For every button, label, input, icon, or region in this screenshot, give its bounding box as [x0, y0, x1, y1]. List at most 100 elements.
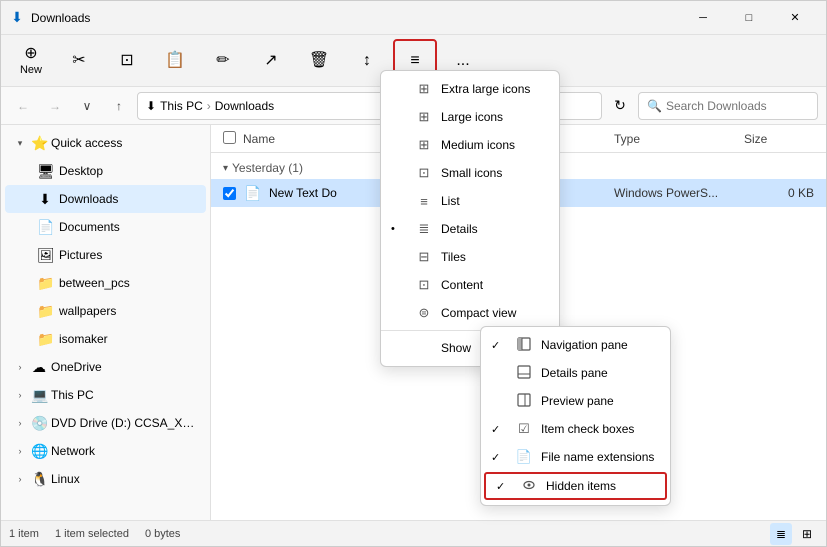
menu-item-small-icons[interactable]: ⊡ Small icons: [381, 159, 559, 187]
linux-expand-icon: ›: [13, 472, 27, 486]
menu-item-medium-icons[interactable]: ⊞ Medium icons: [381, 131, 559, 159]
sidebar-item-linux[interactable]: › 🐧 Linux: [5, 465, 206, 493]
medium-icons-label: Medium icons: [441, 138, 543, 152]
rename-icon: ✏: [216, 53, 229, 69]
linux-label: Linux: [51, 472, 198, 486]
refresh-button[interactable]: ↻: [606, 92, 634, 120]
col-type-header[interactable]: Type: [614, 132, 744, 146]
forward-button[interactable]: →: [41, 92, 69, 120]
pictures-label: Pictures: [59, 248, 180, 262]
file-size-cell: 0 KB: [744, 186, 814, 200]
sidebar-item-pictures[interactable]: 🖼 Pictures 📌: [5, 241, 206, 269]
view-icon: ≡: [410, 53, 419, 69]
sidebar-item-network[interactable]: › 🌐 Network: [5, 437, 206, 465]
file-type-cell: Windows PowerS...: [614, 186, 744, 200]
menu-item-large-icons[interactable]: ⊞ Large icons: [381, 103, 559, 131]
dvd-label: DVD Drive (D:) CCSA_X64FRE_EN-US_D: [51, 416, 198, 430]
quick-access-icon: ⭐: [31, 135, 47, 152]
menu-item-content[interactable]: ⊡ Content: [381, 271, 559, 299]
between-pcs-label: between_pcs: [59, 276, 180, 290]
small-icons-icon: ⊡: [415, 165, 433, 181]
sidebar-item-wallpapers[interactable]: 📁 wallpapers 📌: [5, 297, 206, 325]
file-extensions-icon: 📄: [515, 449, 533, 465]
item-check-boxes-icon: ☑: [515, 421, 533, 437]
sidebar-item-onedrive[interactable]: › ☁ OneDrive: [5, 353, 206, 381]
select-all-checkbox[interactable]: [223, 131, 236, 144]
search-icon: 🔍: [647, 99, 662, 113]
cut-button[interactable]: ✂: [57, 39, 101, 83]
up-button[interactable]: ↑: [105, 92, 133, 120]
new-label: New: [20, 64, 42, 76]
large-icons-icon: ⊞: [415, 109, 433, 125]
expand-icon: ▾: [13, 136, 27, 150]
content-label: Content: [441, 278, 543, 292]
list-icon: ≡: [415, 194, 433, 209]
window-title: Downloads: [31, 11, 680, 25]
window-icon: ⬇: [9, 10, 25, 26]
sidebar-item-isomaker[interactable]: 📁 isomaker 📌: [5, 325, 206, 353]
back-button[interactable]: ←: [9, 92, 37, 120]
linux-icon: 🐧: [31, 471, 47, 488]
sidebar-item-quick-access[interactable]: ▾ ⭐ Quick access: [5, 129, 206, 157]
list-view-button[interactable]: ≣: [770, 523, 792, 545]
check-item-check-boxes: ✓: [491, 423, 507, 436]
breadcrumb-icon: ⬇: [146, 99, 156, 113]
menu-item-tiles[interactable]: ⊟ Tiles: [381, 243, 559, 271]
hidden-items-icon: [520, 478, 538, 495]
view-mode-controls: ≣ ⊞: [770, 523, 818, 545]
sidebar-item-this-pc[interactable]: › 💻 This PC: [5, 381, 206, 409]
menu-item-file-extensions[interactable]: ✓ 📄 File name extensions: [481, 443, 670, 471]
compact-label: Compact view: [441, 306, 543, 320]
tiles-icon: ⊟: [415, 249, 433, 265]
recent-button[interactable]: ∨: [73, 92, 101, 120]
grid-view-button[interactable]: ⊞: [796, 523, 818, 545]
breadcrumb-downloads[interactable]: Downloads: [215, 99, 274, 113]
sidebar-item-documents[interactable]: 📄 Documents 📌: [5, 213, 206, 241]
menu-item-compact-view[interactable]: ⊜ Compact view: [381, 299, 559, 327]
sidebar-item-between-pcs[interactable]: 📁 between_pcs 📌: [5, 269, 206, 297]
group-expand-icon: ▾: [223, 163, 228, 174]
menu-item-details-pane[interactable]: Details pane: [481, 359, 670, 387]
paste-button[interactable]: 📋: [153, 39, 197, 83]
onedrive-expand-icon: ›: [13, 360, 27, 374]
copy-button[interactable]: ⊡: [105, 39, 149, 83]
sidebar-item-downloads[interactable]: ⬇ Downloads 📌: [5, 185, 206, 213]
sort-icon: ↕: [363, 53, 371, 69]
col-size-header[interactable]: Size: [744, 132, 814, 146]
menu-item-extra-large-icons[interactable]: ⊞ Extra large icons: [381, 75, 559, 103]
delete-button[interactable]: 🗑: [297, 39, 341, 83]
close-button[interactable]: ✕: [772, 1, 818, 35]
thispc-expand-icon: ›: [13, 388, 27, 402]
quick-access-label: Quick access: [51, 136, 198, 150]
tiles-label: Tiles: [441, 250, 543, 264]
maximize-button[interactable]: □: [726, 1, 772, 35]
details-label: Details: [441, 222, 543, 236]
search-box[interactable]: 🔍: [638, 92, 818, 120]
sidebar-item-desktop[interactable]: 🖥 Desktop 📌: [5, 157, 206, 185]
menu-item-preview-pane[interactable]: Preview pane: [481, 387, 670, 415]
desktop-label: Desktop: [59, 164, 180, 178]
large-icons-label: Large icons: [441, 110, 543, 124]
nav-pane-icon: [515, 337, 533, 354]
status-selected: 1 item selected: [55, 528, 129, 540]
breadcrumb-sep1: ›: [207, 99, 211, 113]
content-icon: ⊡: [415, 277, 433, 293]
file-checkbox[interactable]: [223, 187, 236, 200]
details-pane-icon: [515, 365, 533, 382]
small-icons-label: Small icons: [441, 166, 543, 180]
minimize-button[interactable]: ─: [680, 1, 726, 35]
search-input[interactable]: [666, 99, 821, 113]
check-file-extensions: ✓: [491, 451, 507, 464]
new-button[interactable]: ⊕ New: [9, 39, 53, 83]
breadcrumb-thispc[interactable]: This PC: [160, 99, 203, 113]
sidebar-item-dvd-drive[interactable]: › 💿 DVD Drive (D:) CCSA_X64FRE_EN-US_D: [5, 409, 206, 437]
menu-item-item-check-boxes[interactable]: ✓ ☑ Item check boxes: [481, 415, 670, 443]
menu-item-hidden-items[interactable]: ✓ Hidden items: [484, 472, 667, 500]
menu-item-nav-pane[interactable]: ✓ Navigation pane: [481, 331, 670, 359]
compact-icon: ⊜: [415, 305, 433, 321]
share-button[interactable]: ↗: [249, 39, 293, 83]
rename-button[interactable]: ✏: [201, 39, 245, 83]
menu-item-details[interactable]: • ≣ Details: [381, 215, 559, 243]
menu-item-list[interactable]: ≡ List: [381, 187, 559, 215]
extra-large-label: Extra large icons: [441, 82, 543, 96]
